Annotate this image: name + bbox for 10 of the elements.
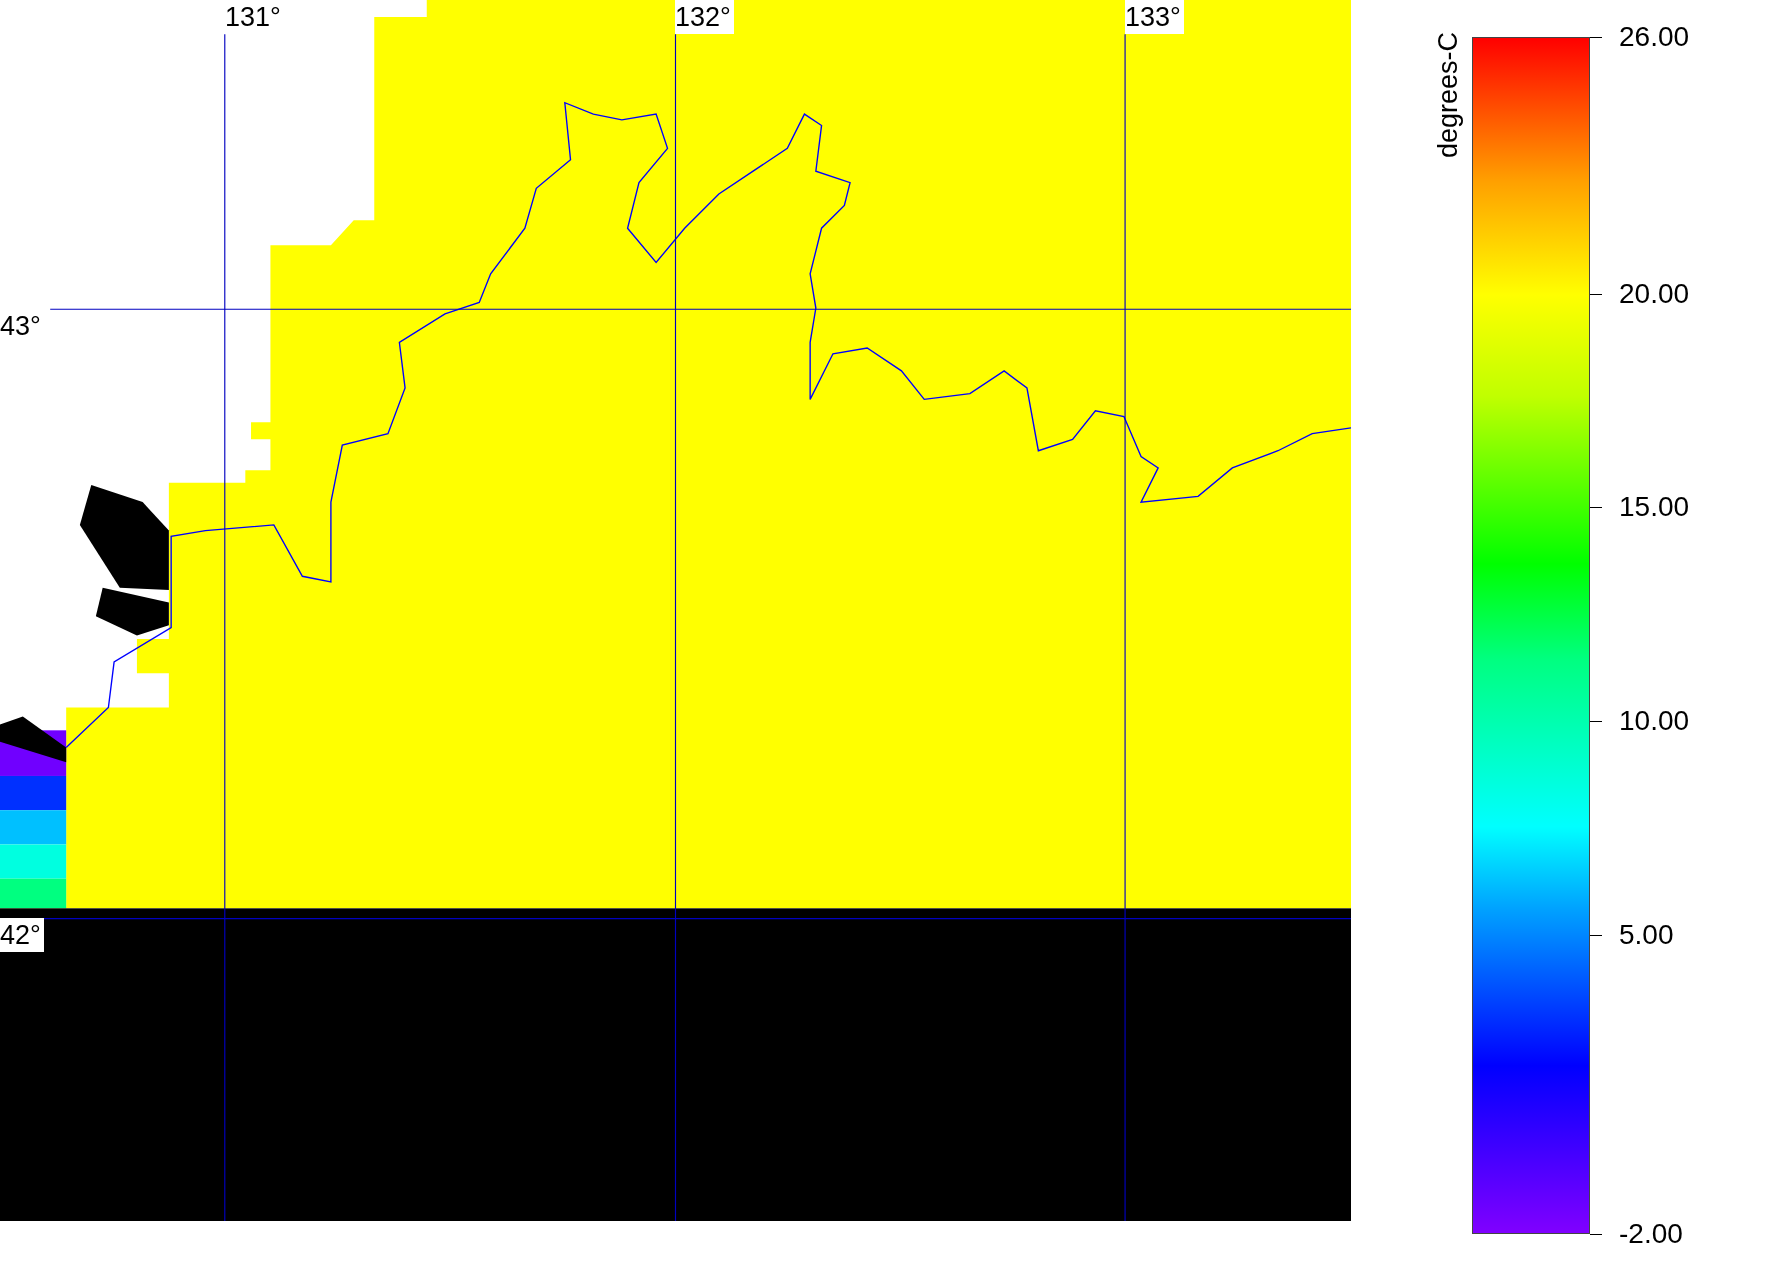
latitude-label: 42°: [0, 918, 44, 952]
colorbar-tick-label: 15.00: [1619, 492, 1690, 523]
colorbar-tick-label: 10.00: [1619, 706, 1690, 736]
colorbar-title: degrees-C: [1433, 32, 1464, 159]
longitude-label: 133°: [1125, 0, 1184, 34]
colorbar-tick-label: -2.00: [1619, 1219, 1683, 1249]
longitude-label: 132°: [675, 0, 734, 34]
colorbar-tick-label: 5.00: [1619, 919, 1674, 950]
colorbar-tick-label: 26.00: [1619, 22, 1690, 52]
colorbar-tick-label: 20.00: [1619, 278, 1690, 309]
